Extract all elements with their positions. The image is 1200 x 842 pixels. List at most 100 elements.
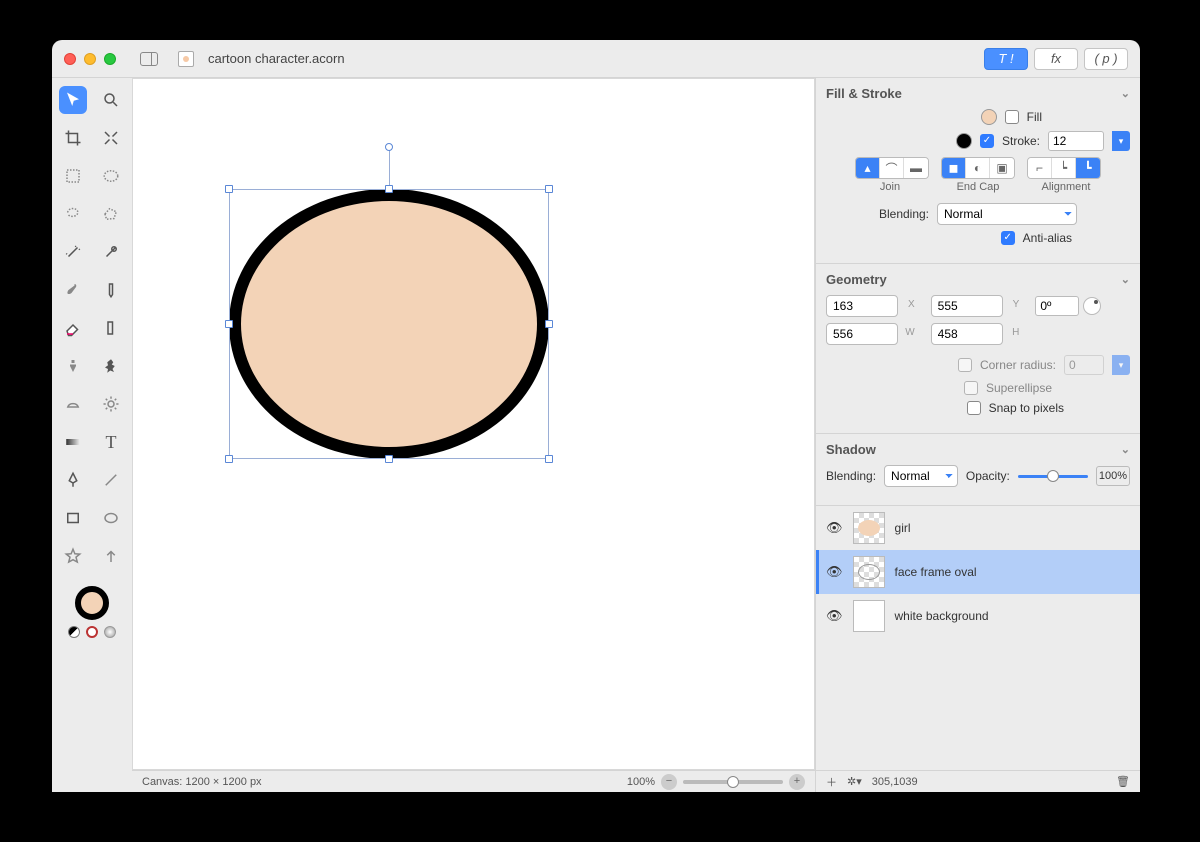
opacity-slider[interactable] (1018, 475, 1088, 478)
text-tool[interactable]: T (97, 428, 125, 456)
x-input[interactable] (826, 295, 898, 317)
stroke-width-input[interactable] (1048, 131, 1104, 151)
resize-handle[interactable] (545, 185, 553, 193)
fill-checkbox[interactable] (1005, 110, 1019, 124)
dodge-tool[interactable] (59, 390, 87, 418)
visibility-icon[interactable]: 👁 (826, 564, 843, 580)
superellipse-label: Superellipse (986, 381, 1052, 395)
join-bevel-icon[interactable]: ▬ (904, 158, 928, 178)
close-window-button[interactable] (64, 53, 76, 65)
cap-square-icon[interactable]: ▣ (990, 158, 1014, 178)
collapse-icon[interactable]: ⌄ (1121, 273, 1130, 286)
star-shape-tool[interactable] (59, 542, 87, 570)
stroke-width-stepper[interactable]: ▾ (1112, 131, 1130, 151)
zoom-out-button[interactable]: − (661, 774, 677, 790)
rect-shape-tool[interactable] (59, 504, 87, 532)
resize-handle[interactable] (225, 185, 233, 193)
brush-tool[interactable] (59, 276, 87, 304)
clone-tool[interactable] (59, 352, 87, 380)
cap-round-icon[interactable]: ◐ (966, 158, 990, 178)
presets-tab[interactable]: ( p ) (1084, 48, 1128, 70)
align-center-icon[interactable]: ┕ (1052, 158, 1076, 178)
collapse-icon[interactable]: ⌄ (1121, 443, 1130, 456)
fill-tool[interactable] (97, 314, 125, 342)
stroke-color-swatch[interactable] (956, 133, 972, 149)
shadow-blending-select[interactable]: Normal (884, 465, 958, 487)
resize-handle[interactable] (225, 455, 233, 463)
trash-icon[interactable]: 🗑 (1116, 775, 1130, 788)
swap-colors-icon[interactable] (86, 626, 98, 638)
canvas[interactable] (132, 78, 815, 770)
sidebar-toggle-icon[interactable] (140, 52, 158, 66)
zoom-tool[interactable] (97, 86, 125, 114)
layer-name: white background (895, 609, 989, 623)
inspector-tab[interactable]: T ! (984, 48, 1028, 70)
layer-row[interactable]: 👁 girl (816, 506, 1140, 550)
align-outside-icon[interactable]: ┗ (1076, 158, 1100, 178)
align-inside-icon[interactable]: ⌐ (1028, 158, 1052, 178)
arrow-shape-tool[interactable] (97, 542, 125, 570)
h-input[interactable] (931, 323, 1003, 345)
poly-lasso-tool[interactable] (97, 200, 125, 228)
quick-mask-tool[interactable] (97, 238, 125, 266)
eraser-tool[interactable] (59, 314, 87, 342)
foreground-color-swatch[interactable] (75, 586, 109, 620)
line-tool[interactable] (97, 466, 125, 494)
gradient-tool[interactable] (59, 428, 87, 456)
minimize-window-button[interactable] (84, 53, 96, 65)
zoom-in-button[interactable]: + (789, 774, 805, 790)
visibility-icon[interactable]: 👁 (826, 520, 843, 536)
antialias-checkbox[interactable] (1001, 231, 1015, 245)
join-segmented[interactable]: ▴ ⌒ ▬ (855, 157, 929, 179)
window-controls (64, 53, 116, 65)
pen-tool[interactable] (59, 466, 87, 494)
layer-row[interactable]: 👁 white background (816, 594, 1140, 638)
add-layer-button[interactable]: ＋ (826, 774, 837, 790)
collapse-icon[interactable]: ⌄ (1121, 87, 1130, 100)
crop-tool[interactable] (59, 124, 87, 152)
blending-select[interactable]: Normal (937, 203, 1077, 225)
w-input[interactable] (826, 323, 898, 345)
opacity-value[interactable]: 100% (1096, 466, 1130, 486)
align-segmented[interactable]: ⌐ ┕ ┗ (1027, 157, 1101, 179)
resize-handle[interactable] (545, 455, 553, 463)
fx-tab[interactable]: fx (1034, 48, 1078, 70)
layer-name: girl (895, 521, 911, 535)
layer-row[interactable]: 👁 face frame oval (816, 550, 1140, 594)
document-icon (178, 51, 194, 67)
join-round-icon[interactable]: ⌒ (880, 158, 904, 178)
smudge-tool[interactable] (97, 352, 125, 380)
resize-handle[interactable] (225, 320, 233, 328)
resize-handle[interactable] (545, 320, 553, 328)
y-input[interactable] (931, 295, 1003, 317)
move-tool[interactable] (59, 86, 87, 114)
fullscreen-tool[interactable] (97, 124, 125, 152)
layer-actions-button[interactable]: ✲▾ (847, 775, 862, 788)
join-miter-icon[interactable]: ▴ (856, 158, 880, 178)
rotation-knob[interactable] (1083, 297, 1101, 315)
lasso-tool[interactable] (59, 200, 87, 228)
color-picker-icon[interactable] (104, 626, 116, 638)
snap-checkbox[interactable] (967, 401, 981, 415)
join-label: Join (852, 181, 928, 193)
magic-wand-tool[interactable] (59, 238, 87, 266)
endcap-segmented[interactable]: ◼ ◐ ▣ (941, 157, 1015, 179)
color-well[interactable] (59, 586, 125, 638)
shadow-blending-label: Blending: (826, 469, 876, 483)
marquee-ellipse-tool[interactable] (97, 162, 125, 190)
marquee-rect-tool[interactable] (59, 162, 87, 190)
zoom-slider[interactable] (683, 780, 783, 784)
resize-handle[interactable] (385, 185, 393, 193)
zoom-window-button[interactable] (104, 53, 116, 65)
resize-handle[interactable] (385, 455, 393, 463)
fill-color-swatch[interactable] (981, 109, 997, 125)
cap-butt-icon[interactable]: ◼ (942, 158, 966, 178)
pencil-tool[interactable] (97, 276, 125, 304)
default-colors-icon[interactable] (68, 626, 80, 638)
rotation-input[interactable] (1035, 296, 1079, 316)
visibility-icon[interactable]: 👁 (826, 608, 843, 624)
rotation-handle[interactable] (385, 143, 393, 151)
burn-tool[interactable] (97, 390, 125, 418)
stroke-checkbox[interactable] (980, 134, 994, 148)
ellipse-shape-tool[interactable] (97, 504, 125, 532)
